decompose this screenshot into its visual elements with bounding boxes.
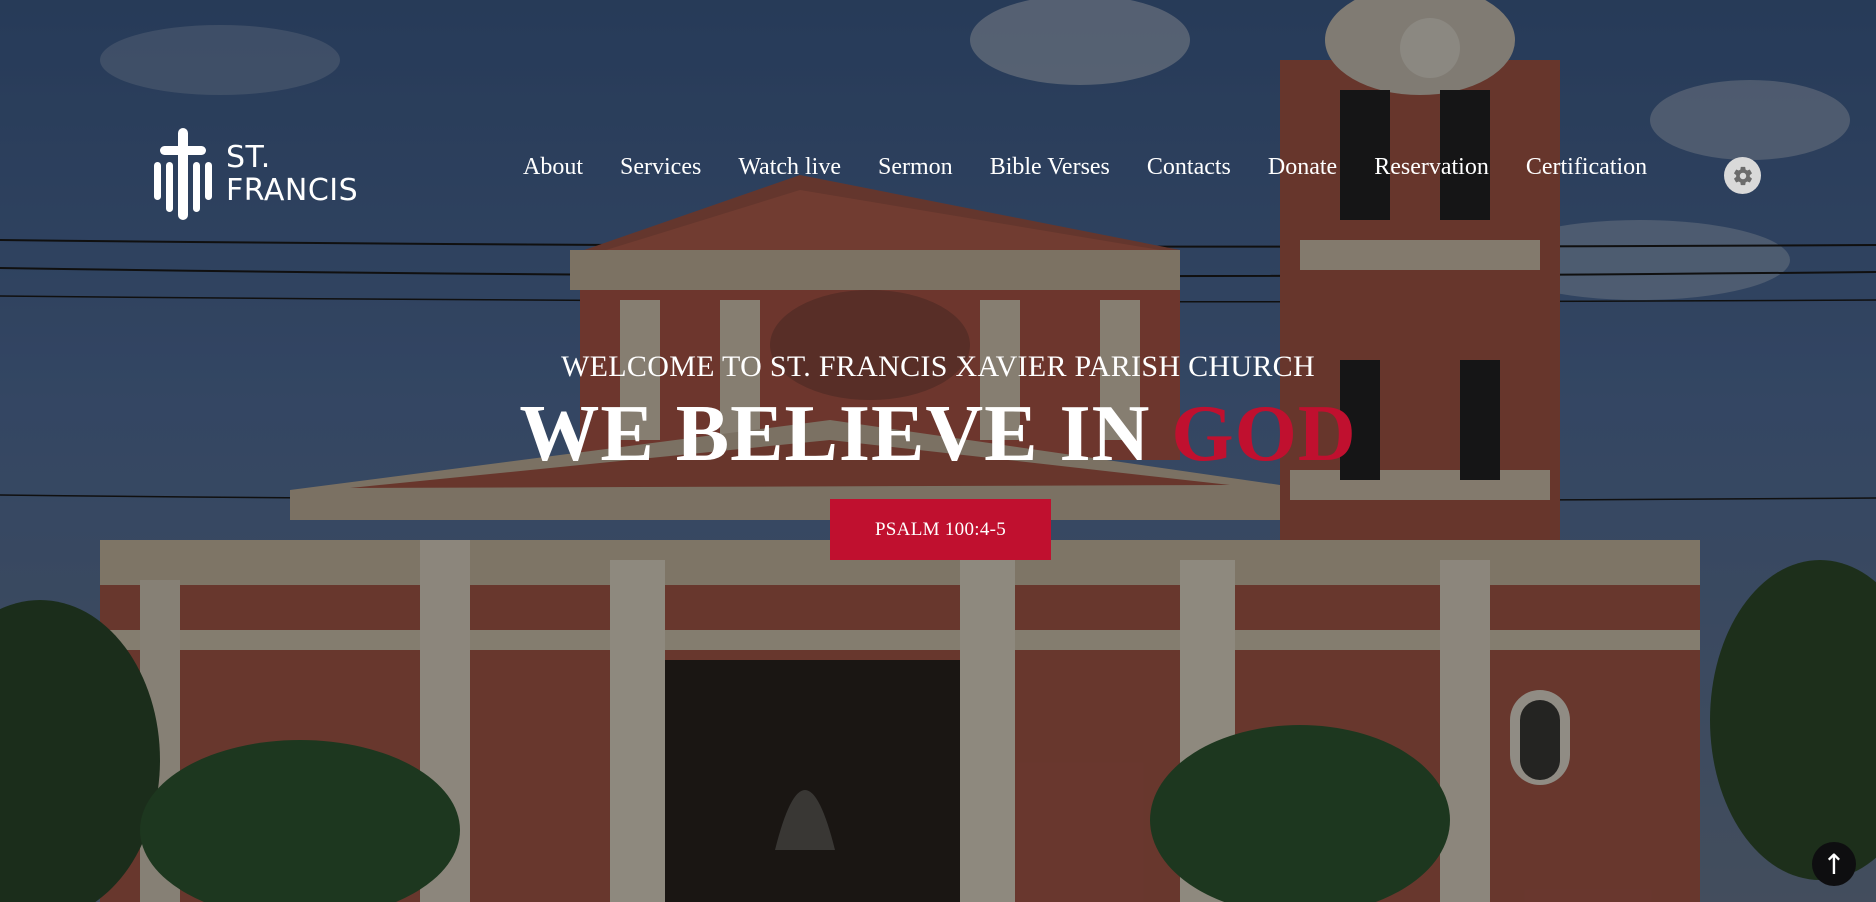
nav-item-reservation[interactable]: Reservation [1374, 154, 1489, 181]
logo-wordmark: ST. FRANCIS [226, 141, 358, 207]
headline-accent: GOD [1171, 390, 1357, 478]
logo-line-1: ST. [226, 140, 271, 175]
nav-item-donate[interactable]: Donate [1268, 154, 1337, 181]
hero-headline: WE BELIEVE IN GOD [0, 390, 1876, 478]
welcome-subtitle: WELCOME TO ST. FRANCIS XAVIER PARISH CHU… [561, 350, 1315, 383]
nav-item-sermon[interactable]: Sermon [878, 154, 953, 181]
nav-item-certification[interactable]: Certification [1526, 154, 1647, 181]
scroll-to-top-button[interactable]: ↑ [1812, 842, 1856, 886]
main-nav: About Services Watch live Sermon Bible V… [523, 154, 1684, 181]
logo-line-2: FRANCIS [226, 173, 359, 208]
site-logo[interactable]: ST. FRANCIS [154, 128, 358, 220]
nav-item-contacts[interactable]: Contacts [1147, 154, 1231, 181]
nav-item-services[interactable]: Services [620, 154, 701, 181]
headline-main: WE BELIEVE IN [519, 390, 1172, 478]
cross-barcode-icon [154, 128, 212, 220]
arrow-up-icon: ↑ [1822, 847, 1846, 881]
hero-section: ST. FRANCIS About Services Watch live Se… [0, 0, 1876, 902]
settings-button[interactable] [1724, 157, 1761, 194]
gear-icon [1733, 166, 1752, 185]
nav-item-bible-verses[interactable]: Bible Verses [990, 154, 1110, 181]
nav-item-about[interactable]: About [523, 154, 583, 181]
psalm-button[interactable]: PSALM 100:4-5 [830, 499, 1051, 560]
nav-item-watch-live[interactable]: Watch live [738, 154, 841, 181]
